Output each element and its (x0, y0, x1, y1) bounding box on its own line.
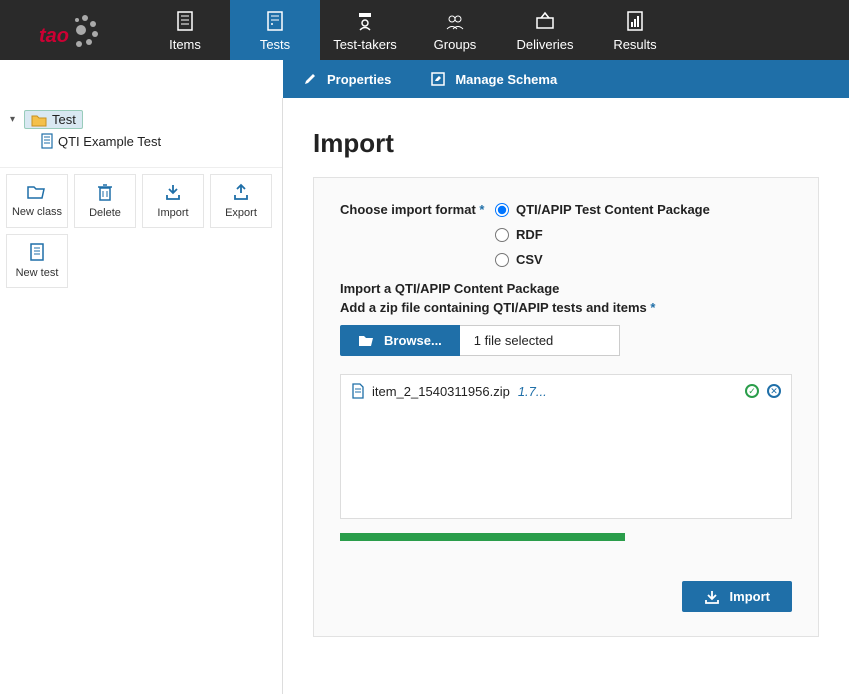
submit-import-button[interactable]: Import (682, 581, 792, 612)
new-test-icon (29, 243, 45, 261)
file-icon (351, 383, 364, 399)
nav-test-takers[interactable]: Test-takers (320, 0, 410, 60)
test-takers-icon (353, 9, 377, 33)
radio-label: CSV (516, 252, 543, 267)
tree-label: QTI Example Test (58, 134, 161, 149)
groups-icon (443, 9, 467, 33)
file-size: 1.7... (518, 384, 547, 399)
format-csv-option[interactable]: CSV (495, 252, 710, 267)
browse-label: Browse... (384, 333, 442, 348)
radio-qti[interactable] (495, 203, 509, 217)
file-status: 1 file selected (460, 325, 620, 356)
radio-label: QTI/APIP Test Content Package (516, 202, 710, 217)
tao-logo-icon: tao (35, 10, 105, 50)
tests-icon (263, 9, 287, 33)
import-btn-label: Import (730, 589, 770, 604)
trash-icon (97, 183, 113, 201)
format-rdf-option[interactable]: RDF (495, 227, 710, 242)
sub-nav: Properties Manage Schema (283, 60, 849, 98)
import-panel: Choose import format * QTI/APIP Test Con… (313, 177, 819, 637)
action-label: New test (16, 267, 59, 279)
items-icon (173, 9, 197, 33)
folder-open-icon (358, 334, 374, 347)
tree: ▾ Test QTI Example Test (0, 98, 282, 161)
sidebar-actions: New class Delete Import Export New test (0, 167, 282, 294)
pencil-icon (303, 72, 317, 86)
caret-down-icon: ▾ (10, 114, 20, 125)
nav-items[interactable]: Items (140, 0, 230, 60)
action-label: Import (157, 207, 188, 219)
nav-label: Deliveries (516, 37, 573, 52)
file-item: item_2_1540311956.zip 1.7... ✓ ✕ (341, 375, 791, 407)
browse-button[interactable]: Browse... (340, 325, 460, 356)
folder-open-icon (27, 184, 47, 200)
check-circle-icon: ✓ (745, 384, 759, 398)
nav-label: Results (613, 37, 656, 52)
action-label: New class (12, 206, 62, 218)
radio-label: RDF (516, 227, 543, 242)
export-button[interactable]: Export (210, 174, 272, 228)
nav-label: Groups (434, 37, 477, 52)
tree-root-test[interactable]: ▾ Test (6, 108, 276, 131)
test-file-icon (40, 133, 54, 149)
nav-results[interactable]: Results (590, 0, 680, 60)
tree-label: Test (52, 112, 76, 127)
format-qti-option[interactable]: QTI/APIP Test Content Package (495, 202, 710, 217)
deliveries-icon (533, 9, 557, 33)
format-label: Choose import format * (340, 202, 495, 267)
new-test-button[interactable]: New test (6, 234, 68, 288)
logo[interactable]: tao (0, 0, 140, 60)
nav-label: Test-takers (333, 37, 397, 52)
folder-icon (31, 113, 47, 127)
page-title: Import (313, 128, 819, 159)
subnav-label: Manage Schema (455, 72, 557, 87)
package-heading: Import a QTI/APIP Content Package (340, 281, 792, 296)
new-class-button[interactable]: New class (6, 174, 68, 228)
radio-rdf[interactable] (495, 228, 509, 242)
delete-button[interactable]: Delete (74, 174, 136, 228)
import-button[interactable]: Import (142, 174, 204, 228)
subnav-properties[interactable]: Properties (303, 72, 391, 87)
tree-item-qti-example[interactable]: QTI Example Test (36, 131, 276, 151)
nav-label: Tests (260, 37, 290, 52)
progress-bar (340, 533, 625, 541)
action-label: Export (225, 207, 257, 219)
nav-groups[interactable]: Groups (410, 0, 500, 60)
svg-text:tao: tao (39, 25, 69, 47)
import-arrow-icon (704, 590, 720, 604)
nav-tests[interactable]: Tests (230, 0, 320, 60)
sidebar: ▾ Test QTI Example Test New class Delete (0, 98, 283, 694)
export-icon (232, 183, 250, 201)
action-label: Delete (89, 207, 121, 219)
file-name: item_2_1540311956.zip (372, 384, 510, 399)
top-nav: tao Items Tests Test-takers Groups Deliv… (0, 0, 849, 60)
package-desc: Add a zip file containing QTI/APIP tests… (340, 300, 792, 315)
remove-file-button[interactable]: ✕ (767, 384, 781, 398)
results-icon (623, 9, 647, 33)
format-radio-group: QTI/APIP Test Content Package RDF CSV (495, 202, 710, 267)
nav-deliveries[interactable]: Deliveries (500, 0, 590, 60)
edit-icon (431, 72, 445, 86)
content: Import Choose import format * QTI/APIP T… (283, 98, 849, 694)
radio-csv[interactable] (495, 253, 509, 267)
file-list: item_2_1540311956.zip 1.7... ✓ ✕ (340, 374, 792, 519)
nav-label: Items (169, 37, 201, 52)
import-icon (164, 183, 182, 201)
subnav-manage-schema[interactable]: Manage Schema (431, 72, 557, 87)
subnav-label: Properties (327, 72, 391, 87)
